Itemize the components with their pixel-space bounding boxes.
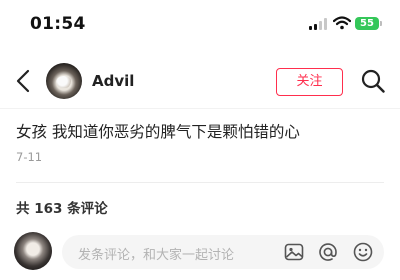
my-avatar (14, 232, 52, 270)
at-icon[interactable] (317, 241, 339, 263)
back-arrow-icon[interactable] (12, 68, 36, 94)
nav-bar: Advil 关注 (0, 56, 400, 106)
battery-icon: 55 (355, 17, 379, 30)
nav-divider (0, 108, 400, 109)
post-text: 女孩 我知道你恶劣的脾气下是颗怕错的心 (16, 123, 300, 141)
image-icon[interactable] (283, 241, 305, 263)
comment-count: 共 163 条评论 (16, 201, 108, 217)
post-date: 7-11 (16, 150, 43, 164)
follow-button[interactable]: 关注 (276, 68, 343, 96)
author-avatar[interactable] (46, 63, 82, 99)
battery-tip (380, 21, 382, 26)
status-bar: 01:54 55 (0, 0, 400, 50)
emoji-icon[interactable] (352, 241, 374, 263)
author-name[interactable]: Advil (92, 72, 134, 90)
wifi-icon (333, 16, 351, 30)
signal-icon (309, 18, 329, 30)
search-icon[interactable] (360, 68, 386, 94)
comment-input[interactable]: 发条评论，和大家一起讨论 (62, 235, 384, 269)
comment-placeholder: 发条评论，和大家一起讨论 (78, 248, 235, 263)
status-time: 01:54 (30, 14, 86, 34)
divider (16, 182, 384, 183)
